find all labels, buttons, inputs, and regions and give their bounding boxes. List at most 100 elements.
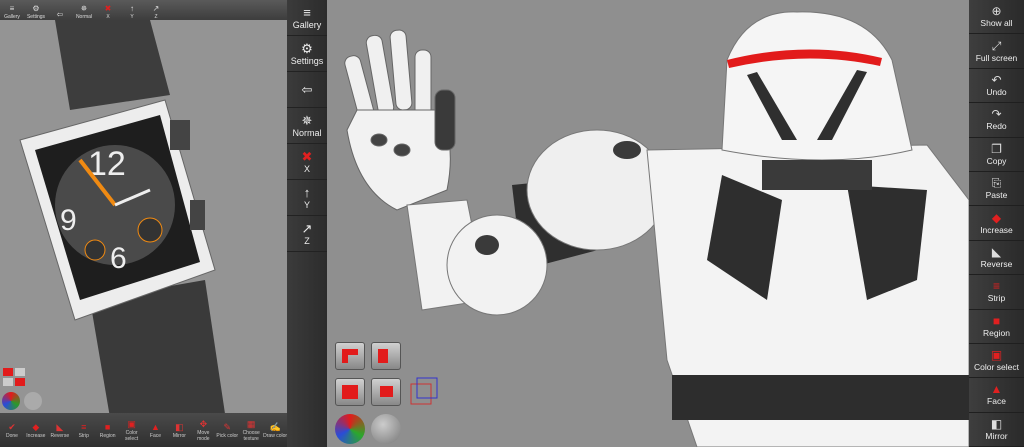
done-button[interactable]: ✔ Done xyxy=(0,413,24,447)
y-axis-icon: ↑ xyxy=(303,185,311,200)
face-icon: ▲ xyxy=(990,382,1003,397)
z-button[interactable]: ↗ Z xyxy=(144,0,168,20)
gallery-button[interactable]: ≡ Gallery xyxy=(0,0,24,20)
button-label: Increase xyxy=(980,224,1013,235)
color-select-icon: ▣ xyxy=(127,418,136,429)
robot-neck xyxy=(762,160,872,190)
paste-button[interactable]: ⎘ Paste xyxy=(969,172,1024,207)
normal-axis-icon: ✵ xyxy=(80,4,88,13)
bounding-box-icon[interactable] xyxy=(407,374,441,408)
face-button[interactable]: ▲ Face xyxy=(969,378,1024,413)
settings-button[interactable]: ⚙ Settings xyxy=(24,0,48,20)
choose-texture-icon: ▦ xyxy=(246,418,256,429)
x-button[interactable]: ✖ X xyxy=(96,0,120,20)
normal-button[interactable]: ✵ Normal xyxy=(72,0,96,20)
x-axis-icon: ✖ xyxy=(301,149,313,164)
strip-button[interactable]: ≡ Strip xyxy=(72,413,96,447)
strip-icon: ≡ xyxy=(81,421,87,432)
main-viewport[interactable] xyxy=(327,0,969,447)
button-label: Settings xyxy=(290,56,324,66)
button-label: Full screen xyxy=(975,52,1018,63)
color-select-button[interactable]: ▣ Color select xyxy=(969,344,1024,379)
x-axis-icon: ✖ xyxy=(104,4,112,13)
mirror-button[interactable]: ◧ Mirror xyxy=(969,413,1024,447)
back-button[interactable]: ⇦ xyxy=(287,72,327,108)
choose-texture-button[interactable]: ▦ Choose texture xyxy=(239,413,263,447)
face-icon: ▲ xyxy=(151,421,160,432)
draw-color-button[interactable]: ✍ Draw color xyxy=(263,413,287,447)
button-label: Mirror xyxy=(985,430,1008,441)
color-select-button[interactable]: ▣ Color select xyxy=(120,413,144,447)
redo-button[interactable]: ↷ Redo xyxy=(969,103,1024,138)
x-button[interactable]: ✖ X xyxy=(287,144,327,180)
select-mode-button[interactable] xyxy=(335,342,365,370)
button-label: Reverse xyxy=(50,432,70,439)
robot-hand xyxy=(344,29,456,211)
copy-button[interactable]: ❐ Copy xyxy=(969,138,1024,172)
button-label: Color select xyxy=(974,362,1019,373)
button-label: Strip xyxy=(78,432,89,439)
move-mode-button[interactable]: ✥ Move mode xyxy=(191,413,215,447)
arrow-left-icon: ⇦ xyxy=(301,82,313,97)
robot-belt xyxy=(672,375,969,420)
button-label: Choose texture xyxy=(242,429,260,442)
select-mode-button[interactable] xyxy=(335,378,365,406)
button-label: Mirror xyxy=(172,432,186,439)
robot-shoulder xyxy=(526,129,668,251)
strip-button[interactable]: ≡ Strip xyxy=(969,275,1024,310)
subdial xyxy=(137,217,163,243)
button-label: Redo xyxy=(986,121,1007,132)
button-label: Region xyxy=(99,432,116,439)
region-icon: ■ xyxy=(104,421,111,432)
button-label: X xyxy=(106,14,110,20)
watch-button xyxy=(190,200,205,230)
back-button[interactable]: ⇦ xyxy=(48,0,72,20)
gallery-button[interactable]: ≡ Gallery xyxy=(287,0,327,36)
increase-icon: ◆ xyxy=(32,421,40,432)
y-button[interactable]: ↑ Y xyxy=(287,180,327,216)
color-ball-icon[interactable] xyxy=(335,414,365,444)
button-label: Settings xyxy=(26,14,46,20)
strip-icon: ≡ xyxy=(992,279,1000,294)
button-label: Y xyxy=(130,14,134,20)
paste-icon: ⎘ xyxy=(991,176,1002,191)
increase-button[interactable]: ◆ Increase xyxy=(24,413,48,447)
region-button[interactable]: ■ Region xyxy=(96,413,120,447)
undo-button[interactable]: ↶ Undo xyxy=(969,69,1024,104)
watch-button xyxy=(170,120,190,150)
show-all-button[interactable]: ⊕ Show all xyxy=(969,0,1024,35)
z-button[interactable]: ↗ Z xyxy=(287,216,327,252)
button-label: Gallery xyxy=(4,14,20,20)
texture-ball-icon[interactable] xyxy=(24,392,42,410)
texture-ball-icon[interactable] xyxy=(371,414,401,444)
undo-icon: ↶ xyxy=(991,72,1002,87)
edit-toolbar: ⊕ Show all ⤢ Full screen ↶ Undo ↷ Redo ❐ Copy ⎘ Pas… xyxy=(969,0,1024,447)
face-button[interactable]: ▲ Face xyxy=(144,413,168,447)
color-ball-icon[interactable] xyxy=(2,392,20,410)
pick-color-button[interactable]: ✎ Pick color xyxy=(215,413,239,447)
reverse-button[interactable]: ◣ Reverse xyxy=(48,413,72,447)
z-axis-icon: ↗ xyxy=(152,4,160,13)
select-mode-button[interactable] xyxy=(371,342,401,370)
y-button[interactable]: ↑ Y xyxy=(120,0,144,20)
button-label: Normal xyxy=(292,128,322,138)
reverse-button[interactable]: ◣ Reverse xyxy=(969,241,1024,276)
gallery-icon: ≡ xyxy=(303,5,311,20)
button-label: Color select xyxy=(125,429,139,442)
normal-button[interactable]: ✵ Normal xyxy=(287,108,327,144)
settings-button[interactable]: ⚙ Settings xyxy=(287,36,327,72)
move-mode-icon: ✥ xyxy=(199,418,208,429)
increase-button[interactable]: ◆ Increase xyxy=(969,206,1024,241)
robot-head xyxy=(721,11,913,161)
region-button[interactable]: ■ Region xyxy=(969,310,1024,344)
mini-select-icon[interactable] xyxy=(3,368,25,386)
robot-elbow xyxy=(446,214,548,316)
increase-icon: ◆ xyxy=(991,210,1002,225)
full-screen-button[interactable]: ⤢ Full screen xyxy=(969,34,1024,69)
mirror-button[interactable]: ◧ Mirror xyxy=(167,413,191,447)
preview-viewport[interactable]: 12 9 6 xyxy=(0,0,287,447)
button-label: Face xyxy=(987,396,1006,407)
done-icon: ✔ xyxy=(8,421,16,432)
select-mode-button[interactable] xyxy=(371,378,401,406)
watch-model[interactable]: 12 9 6 xyxy=(0,0,287,447)
